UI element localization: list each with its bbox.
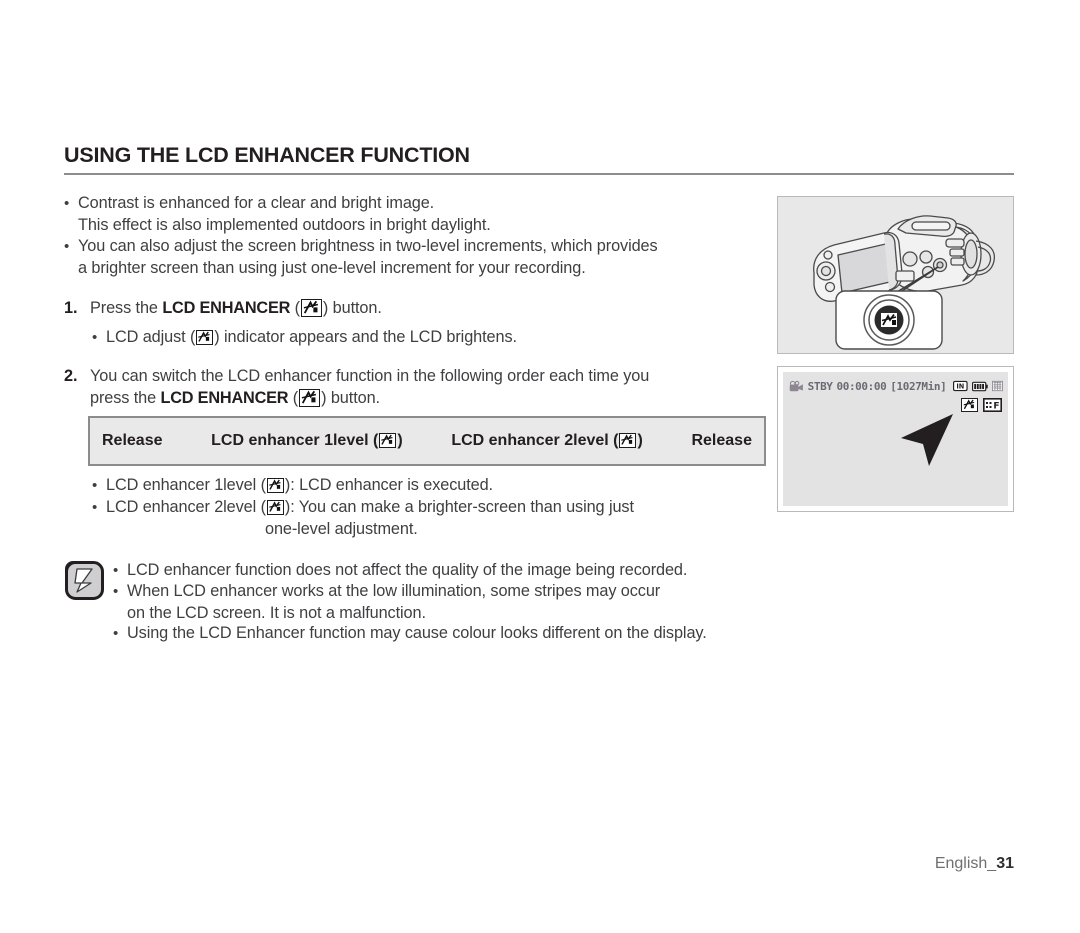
- page-footer: English_31: [0, 855, 1014, 873]
- lcd-timecode: 00:00:00: [836, 379, 887, 393]
- step-2-number: 2.: [64, 367, 78, 385]
- lcd-status-bar: STBY 00:00:00 [1027Min] IN: [789, 377, 1003, 395]
- step-2-mid: (: [288, 388, 299, 407]
- bullet-dot: •: [113, 562, 119, 579]
- camcorder-illustration: [813, 215, 996, 350]
- title-divider: [64, 173, 1014, 175]
- step-1-number: 1.: [64, 299, 78, 317]
- step-1-mid: (: [290, 299, 300, 317]
- camcorder-mode-icon: [789, 380, 803, 391]
- svg-text:IN: IN: [957, 383, 965, 391]
- battery-icon: [971, 381, 988, 391]
- lcd-enhancer-icon: [300, 299, 322, 317]
- svg-text:F: F: [993, 402, 999, 412]
- step-1: 1. Press the LCD ENHANCER ( ) button.: [64, 298, 764, 320]
- note-2-line-2: on the LCD screen. It is not a malfuncti…: [127, 603, 426, 622]
- storage-in-icon: IN: [953, 380, 968, 392]
- step-2-bold: LCD ENHANCER: [160, 388, 289, 407]
- step-1-sub-pre: LCD adjust (: [106, 328, 196, 346]
- lcd-enhancer-icon: [266, 478, 284, 493]
- lcd-remaining-time: [1027Min]: [890, 379, 947, 393]
- manual-focus-icon: F: [983, 398, 1002, 412]
- enhancer-order-box: Release LCD enhancer 1level () LCD enhan…: [88, 416, 766, 466]
- list-item: • LCD enhancer function does not affect …: [113, 560, 873, 582]
- level-2-post: ): You can make a brighter-screen than u…: [284, 498, 634, 516]
- intro-bullet-2-line-2: a brighter screen than using just one-le…: [78, 258, 586, 277]
- step-2-pre: press the: [90, 388, 161, 407]
- list-item: • When LCD enhancer works at the low ill…: [113, 581, 873, 624]
- lcd-enhancer-button-icon: [881, 313, 897, 327]
- list-item: • LCD adjust ( ) indicator appears and th…: [92, 327, 792, 349]
- note-1: LCD enhancer function does not affect th…: [127, 561, 688, 579]
- step-1-bold: LCD ENHANCER: [162, 299, 291, 317]
- bullet-dot: •: [64, 238, 70, 255]
- step-1-post: ) button.: [322, 299, 382, 317]
- list-item: • LCD enhancer 1level ( ): LCD enhancer i…: [92, 475, 792, 497]
- order-cell-release-end: Release: [691, 432, 752, 449]
- bullet-dot: •: [92, 499, 98, 516]
- camcorder-illustration-panel: [777, 196, 1014, 354]
- list-item: • You can also adjust the screen brightn…: [64, 236, 779, 279]
- lcd-enhancer-icon: [379, 433, 397, 448]
- step-2-post: ) button.: [321, 388, 380, 407]
- step-1-pre: Press the: [90, 299, 163, 317]
- note-3: Using the LCD Enhancer function may caus…: [127, 624, 707, 642]
- note-2-line-1: When LCD enhancer works at the low illum…: [127, 582, 661, 600]
- step-2-line-1: You can switch the LCD enhancer function…: [90, 367, 650, 385]
- footer-language: English_: [934, 855, 997, 872]
- bullet-dot: •: [113, 625, 119, 642]
- quality-icon: [992, 380, 1003, 392]
- intro-bullet-1-line-2: This effect is also implemented outdoors…: [78, 215, 491, 234]
- intro-bullet-2-line-1: You can also adjust the screen brightnes…: [78, 237, 658, 255]
- lcd-screen: STBY 00:00:00 [1027Min] IN F: [783, 372, 1008, 506]
- note-pencil-icon: [65, 561, 104, 600]
- pointer-arrow: [901, 414, 953, 466]
- bullet-dot: •: [64, 195, 70, 212]
- manual-page: USING THE LCD ENHANCER FUNCTION • Contra…: [0, 0, 1080, 933]
- footer-page-number: 31: [996, 855, 1014, 872]
- lcd-enhancer-icon: [961, 398, 978, 412]
- level-1-pre: LCD enhancer 1level (: [106, 476, 266, 494]
- lcd-indicator-row: F: [961, 398, 1002, 412]
- lcd-enhancer-icon: [299, 388, 321, 407]
- step-2: 2. You can switch the LCD enhancer funct…: [64, 366, 764, 409]
- bullet-dot: •: [92, 477, 98, 494]
- intro-bullet-1-line-1: Contrast is enhanced for a clear and bri…: [78, 194, 435, 212]
- page-title: USING THE LCD ENHANCER FUNCTION: [64, 143, 470, 167]
- bullet-dot: •: [92, 329, 98, 346]
- order-cell-release-start: Release: [102, 432, 163, 449]
- level-1-post: ): LCD enhancer is executed.: [284, 476, 493, 494]
- order-cell-level-2: LCD enhancer 2level (): [451, 432, 643, 449]
- lcd-enhancer-icon: [196, 330, 214, 345]
- lcd-enhancer-icon: [619, 433, 637, 448]
- list-item: • LCD enhancer 2level ( ): You can make a…: [92, 497, 792, 540]
- lcd-enhancer-icon: [266, 500, 284, 515]
- order-cell-level-1: LCD enhancer 1level (): [211, 432, 403, 449]
- step-1-sub-post: ) indicator appears and the LCD brighten…: [214, 328, 517, 346]
- list-item: • Contrast is enhanced for a clear and b…: [64, 193, 764, 236]
- level-2-pre: LCD enhancer 2level (: [106, 498, 266, 516]
- lcd-display-panel: STBY 00:00:00 [1027Min] IN F: [777, 366, 1014, 512]
- list-item: • Using the LCD Enhancer function may ca…: [113, 623, 903, 645]
- level-2-cont: one-level adjustment.: [265, 519, 418, 538]
- bullet-dot: •: [113, 583, 119, 600]
- lcd-status-text: STBY: [807, 379, 833, 393]
